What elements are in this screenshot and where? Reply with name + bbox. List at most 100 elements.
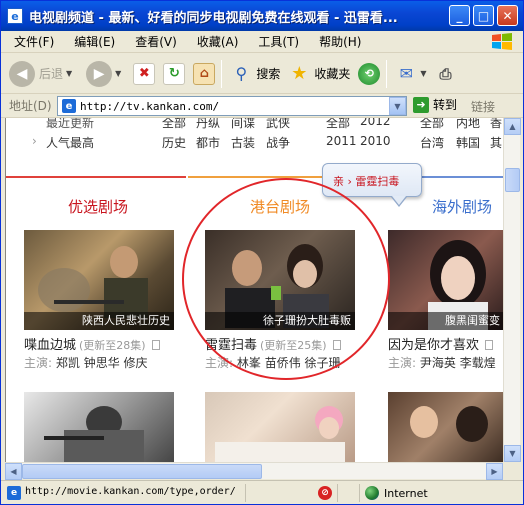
vertical-scrollbar[interactable]: ▲ ▼	[503, 118, 521, 462]
status-url: http://movie.kankan.com/type,order/	[25, 486, 236, 497]
menu-edit[interactable]: 编辑(E)	[74, 33, 115, 50]
poster-lei-ting-sao-du[interactable]: 徐子珊扮大肚毒贩	[205, 230, 355, 330]
minimize-button[interactable]: _	[449, 5, 470, 26]
cat-latest-update[interactable]: 最近更新	[46, 118, 94, 131]
document-icon[interactable]	[485, 340, 494, 350]
forward-dropdown-icon[interactable]: ▼	[115, 69, 121, 78]
address-label: 地址(D)	[9, 99, 52, 113]
cat-korea[interactable]: 韩国	[456, 134, 480, 151]
vertical-scroll-thumb[interactable]	[505, 168, 520, 192]
horizontal-scroll-thumb[interactable]	[22, 464, 262, 479]
menu-favorites[interactable]: 收藏(A)	[197, 33, 239, 50]
menu-tools[interactable]: 工具(T)	[258, 33, 299, 50]
security-zone[interactable]: Internet	[365, 486, 428, 500]
mail-button[interactable]: ✉ ▼	[395, 63, 427, 85]
tooltip-text: 亲 › 雷霆扫毒	[333, 175, 400, 188]
show-cast-3: 主演: 尹海英 李载煌	[388, 354, 496, 371]
cat-hk[interactable]: 香	[490, 118, 502, 131]
favorites-button[interactable]: ★ 收藏夹	[288, 63, 350, 85]
links-label[interactable]: 链接	[471, 98, 495, 115]
menu-bar: 文件(F) 编辑(E) 查看(V) 收藏(A) 工具(T) 帮助(H)	[1, 31, 523, 53]
show-title-1[interactable]: 喋血边城 (更新至28集)	[24, 334, 160, 353]
cat-urban[interactable]: 都市	[196, 134, 220, 151]
print-button[interactable]: ⎙	[435, 63, 457, 85]
cat-mainland[interactable]: 内地	[456, 118, 480, 131]
section-title-featured[interactable]: 优选剧场	[68, 196, 128, 217]
cat-costume[interactable]: 古装	[231, 134, 255, 151]
scroll-left-icon[interactable]: ◀	[5, 463, 22, 480]
cat-spy[interactable]: 间谍	[231, 118, 255, 131]
stop-button[interactable]: ✖	[133, 62, 156, 85]
show-update: (更新至28集)	[79, 339, 146, 352]
maximize-button[interactable]: □	[473, 5, 494, 26]
document-icon[interactable]	[151, 340, 160, 350]
cat-link[interactable]: 丹纵	[196, 118, 220, 131]
star-icon: ★	[291, 63, 308, 84]
forward-arrow-icon: ▶	[86, 60, 113, 87]
ie-page-icon: e	[7, 8, 23, 24]
poster-image	[215, 406, 345, 462]
mail-dropdown-icon[interactable]: ▼	[420, 69, 426, 78]
toolbar-separator	[221, 59, 223, 88]
cat-region-all[interactable]: 全部	[420, 118, 444, 131]
favorites-label: 收藏夹	[314, 67, 351, 81]
close-button[interactable]: ✕	[497, 5, 518, 26]
cat-2010[interactable]: 2010	[360, 134, 391, 148]
home-icon: ⌂	[193, 62, 216, 85]
forward-button[interactable]: ▶ ▼	[86, 60, 121, 87]
ie-status-icon: e	[7, 486, 21, 500]
menu-view[interactable]: 查看(V)	[135, 33, 177, 50]
scroll-up-icon[interactable]: ▲	[504, 118, 521, 135]
cat-wuxia[interactable]: 武侠	[266, 118, 290, 131]
poster-caption: 陕西人民悲壮历史	[24, 312, 174, 330]
show-title-2[interactable]: 雷霆扫毒 (更新至25集)	[205, 334, 341, 353]
stop-icon: ✖	[133, 62, 156, 85]
cast-label: 主演:	[24, 356, 53, 370]
back-dropdown-icon[interactable]: ▼	[66, 69, 72, 78]
toolbar: ◀ 后退 ▼ ▶ ▼ ✖ ↻ ⌂ ⚲ 搜索 ★ 收藏夹 ⟲ ✉ ▼ ⎙	[1, 54, 523, 94]
cat-taiwan[interactable]: 台湾	[420, 134, 444, 151]
cast-names[interactable]: 林峯 苗侨伟 徐子珊	[237, 356, 341, 370]
cat-other[interactable]: 其	[490, 134, 502, 151]
refresh-button[interactable]: ↻	[163, 62, 186, 85]
address-input[interactable]: e http://tv.kankan.com/	[57, 96, 407, 116]
cat-all[interactable]: 全部	[162, 118, 186, 131]
address-dropdown-icon[interactable]: ▼	[389, 97, 406, 115]
show-name: 雷霆扫毒	[205, 338, 258, 353]
address-bar: 地址(D) e http://tv.kankan.com/ ▼ ➜ 转到 链接	[1, 94, 523, 118]
poster-image	[410, 406, 488, 442]
cast-names[interactable]: 郑凯 钟思华 修庆	[56, 356, 148, 370]
poster-row2-3[interactable]	[388, 392, 503, 462]
scroll-right-icon[interactable]: ▶	[486, 463, 503, 480]
document-icon[interactable]	[332, 340, 341, 350]
cat-2011[interactable]: 2011	[326, 134, 357, 148]
ie-icon: e	[62, 99, 76, 113]
poster-die-xue-bian-cheng[interactable]: 陕西人民悲壮历史	[24, 230, 174, 330]
scroll-down-icon[interactable]: ▼	[504, 445, 521, 462]
home-button[interactable]: ⌂	[193, 62, 216, 85]
search-button[interactable]: ⚲ 搜索	[230, 63, 280, 85]
cat-most-popular[interactable]: 人气最高	[46, 134, 94, 151]
popup-blocked-icon[interactable]: ⊘	[318, 486, 332, 500]
browser-window: e 电视剧频道 - 最新、好看的同步电视剧免费在线观看 - 迅雷看... _ □…	[0, 0, 524, 505]
status-bar: e http://movie.kankan.com/type,order/ ⊘ …	[1, 480, 523, 504]
cat-history[interactable]: 历史	[162, 134, 186, 151]
cat-war[interactable]: 战争	[266, 134, 290, 151]
cat-2012[interactable]: 2012	[360, 118, 391, 128]
show-title-3[interactable]: 因为是你才喜欢	[388, 334, 494, 353]
cat-year-all[interactable]: 全部	[326, 118, 350, 131]
menu-file[interactable]: 文件(F)	[14, 33, 54, 50]
history-button[interactable]: ⟲	[358, 62, 381, 85]
cast-names[interactable]: 尹海英 李载煌	[420, 356, 496, 370]
poster-row2-1[interactable]	[24, 392, 174, 462]
address-url: http://tv.kankan.com/	[80, 99, 220, 113]
go-button[interactable]: ➜ 转到	[413, 96, 457, 113]
poster-yin-wei-shi-ni[interactable]: 腹黑闺蜜变	[388, 230, 503, 330]
section-title-overseas[interactable]: 海外剧场	[432, 196, 492, 217]
section-title-hk-tw[interactable]: 港台剧场	[250, 196, 310, 217]
back-button[interactable]: ◀ 后退 ▼	[9, 60, 72, 87]
poster-row2-2[interactable]	[205, 392, 355, 462]
globe-icon	[365, 486, 379, 500]
menu-help[interactable]: 帮助(H)	[319, 33, 361, 50]
horizontal-scrollbar[interactable]: ◀ ▶	[5, 462, 503, 480]
